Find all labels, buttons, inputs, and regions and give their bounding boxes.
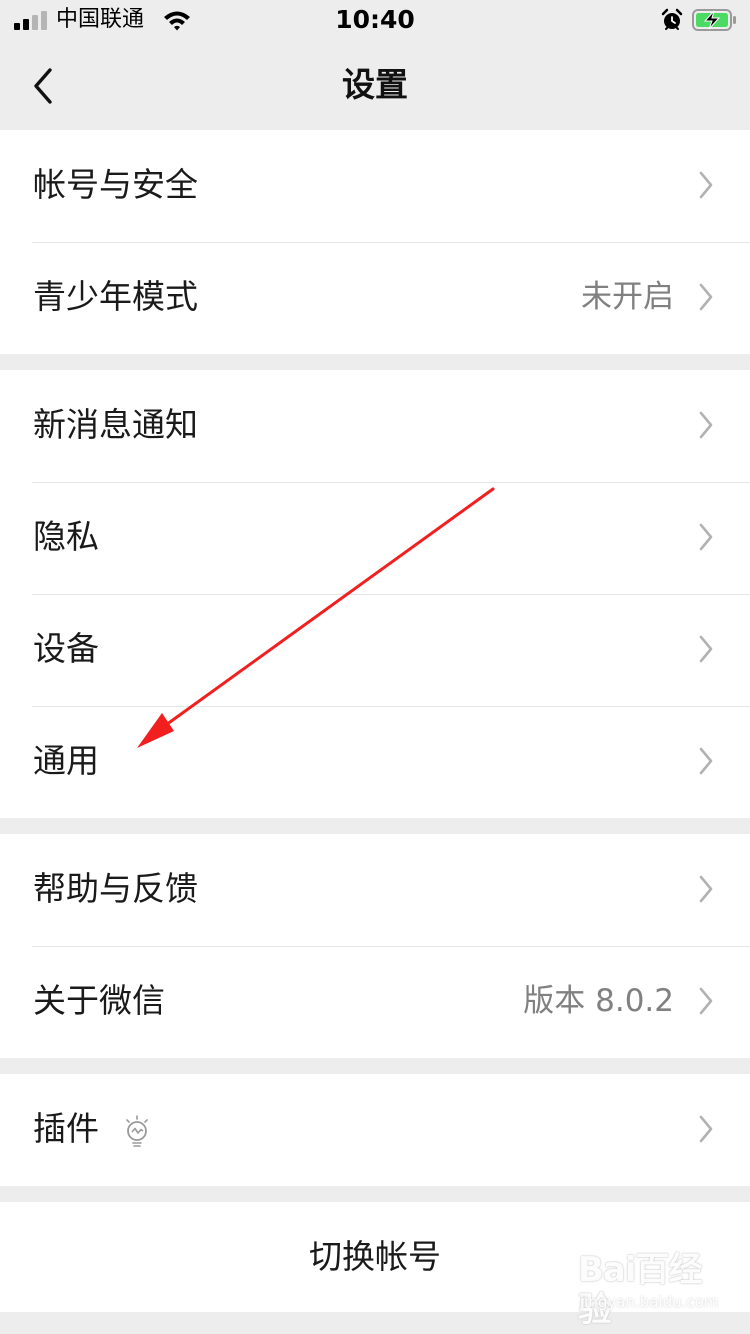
about-group: 帮助与反馈 关于微信 版本 8.0.2 (0, 834, 750, 1058)
status-time: 10:40 (335, 5, 415, 34)
item-label: 青少年模式 (33, 277, 198, 316)
chevron-right-icon (699, 283, 713, 311)
chevron-right-icon (699, 523, 713, 551)
chevron-right-icon (699, 635, 713, 663)
chevron-right-icon (699, 171, 713, 199)
item-value: 版本 8.0.2 (523, 983, 674, 1019)
settings-item-help-feedback[interactable]: 帮助与反馈 (0, 834, 750, 946)
item-label: 帐号与安全 (33, 165, 198, 204)
alarm-icon (661, 8, 683, 30)
item-label: 插件 (33, 1109, 99, 1148)
settings-item-youth-mode[interactable]: 青少年模式 未开启 (0, 242, 750, 354)
settings-screen: 中国联通 10:40 设置 帐号与安全 青少年模式 未开启 新消息通知 隐私 设… (0, 0, 750, 1334)
lightbulb-icon (126, 1115, 148, 1147)
settings-item-account-security[interactable]: 帐号与安全 (0, 130, 750, 242)
item-label: 通用 (33, 741, 99, 780)
item-label: 帮助与反馈 (33, 869, 198, 908)
account-group: 帐号与安全 青少年模式 未开启 (0, 130, 750, 354)
chevron-right-icon (699, 987, 713, 1015)
settings-group: 新消息通知 隐私 设备 通用 (0, 370, 750, 818)
switch-account-group: 切换帐号 (0, 1202, 750, 1312)
chevron-right-icon (699, 747, 713, 775)
chevron-right-icon (699, 411, 713, 439)
settings-item-plugins[interactable]: 插件 (0, 1074, 750, 1186)
item-label: 新消息通知 (33, 405, 198, 444)
item-label: 设备 (33, 629, 99, 668)
settings-item-privacy[interactable]: 隐私 (0, 482, 750, 594)
status-bar: 中国联通 10:40 (0, 0, 750, 40)
settings-item-about-wechat[interactable]: 关于微信 版本 8.0.2 (0, 946, 750, 1058)
nav-bar: 设置 (0, 40, 750, 130)
chevron-right-icon (699, 875, 713, 903)
page-title: 设置 (342, 65, 408, 104)
settings-item-general[interactable]: 通用 (0, 706, 750, 818)
battery-icon (692, 9, 736, 31)
item-label: 关于微信 (33, 981, 165, 1020)
plugins-group: 插件 (0, 1074, 750, 1186)
item-value: 未开启 (581, 279, 674, 315)
settings-item-devices[interactable]: 设备 (0, 594, 750, 706)
switch-account-button[interactable]: 切换帐号 (0, 1234, 750, 1280)
settings-item-notifications[interactable]: 新消息通知 (0, 370, 750, 482)
item-label: 隐私 (33, 517, 99, 556)
chevron-right-icon (699, 1115, 713, 1143)
